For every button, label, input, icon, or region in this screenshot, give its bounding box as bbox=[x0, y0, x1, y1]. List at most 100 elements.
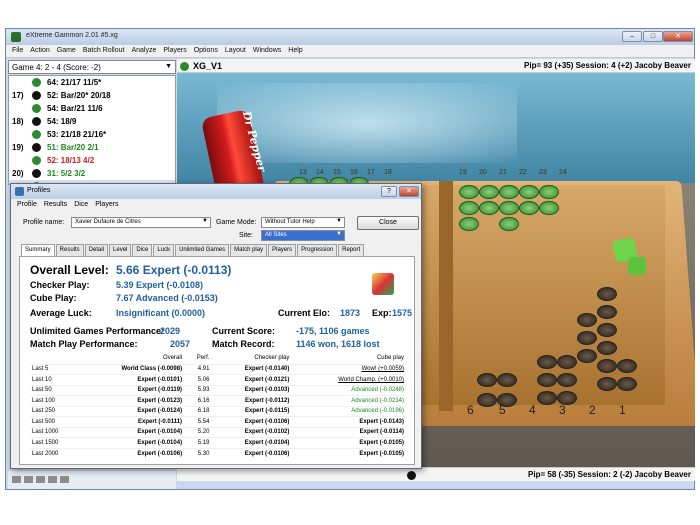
maximize-button[interactable]: □ bbox=[643, 31, 663, 42]
green-checker[interactable] bbox=[539, 185, 559, 199]
menu-action[interactable]: Action bbox=[27, 45, 53, 57]
table-row[interactable]: Last 500 Expert (-0.0111) 5.54 Expert (-0.0… bbox=[30, 416, 406, 427]
black-checker[interactable] bbox=[537, 373, 557, 387]
move-list[interactable]: 64: 21/17 11/5* 17) 52: Bar/20* 20/18 54: B… bbox=[8, 75, 176, 185]
move-row[interactable]: 53: 21/18 21/16* bbox=[9, 128, 175, 141]
toolbar-icon[interactable] bbox=[48, 476, 57, 483]
table-header[interactable]: Cube play bbox=[291, 353, 406, 364]
close-icon[interactable]: ✕ bbox=[399, 186, 419, 197]
move-row[interactable]: 18) 54: 18/9 bbox=[9, 115, 175, 128]
menu-file[interactable]: File bbox=[9, 45, 27, 57]
move-row[interactable]: 64: 21/17 11/5* bbox=[9, 76, 175, 89]
menu-profile[interactable]: Profile bbox=[15, 200, 42, 212]
table-row[interactable]: Last 100 Expert (-0.0123) 6.16 Expert (-0.0… bbox=[30, 395, 406, 406]
table-header[interactable]: Perf. bbox=[184, 353, 211, 364]
board-bar[interactable] bbox=[439, 181, 453, 411]
move-row[interactable]: 52: 18/13 4/2 bbox=[9, 154, 175, 167]
menu-layout[interactable]: Layout bbox=[222, 45, 250, 57]
table-header[interactable]: Checker play bbox=[211, 353, 291, 364]
tab-level[interactable]: Level bbox=[109, 244, 132, 256]
black-checker[interactable] bbox=[537, 355, 557, 369]
profiles-title-bar[interactable]: Profiles ? ✕ bbox=[11, 184, 421, 199]
menu-analyze[interactable]: Analyze bbox=[128, 45, 160, 57]
menu-players[interactable]: Players bbox=[93, 200, 123, 212]
black-checker[interactable] bbox=[477, 393, 497, 407]
dice-icon[interactable] bbox=[628, 257, 646, 275]
move-row[interactable]: 54: Bar/21 11/6 bbox=[9, 102, 175, 115]
match-record-value: 1146 won, 1618 lost bbox=[296, 339, 380, 349]
game-mode-select[interactable]: Without Tutor Help ▼ bbox=[261, 217, 345, 228]
tab-report[interactable]: Report bbox=[338, 244, 365, 256]
green-checker[interactable] bbox=[459, 185, 479, 199]
tab-unlimited-games[interactable]: Unlimited Games bbox=[175, 244, 230, 256]
menu-results[interactable]: Results bbox=[42, 200, 72, 212]
toolbar-icon[interactable] bbox=[60, 476, 69, 483]
menu-dice[interactable]: Dice bbox=[72, 200, 93, 212]
black-checker[interactable] bbox=[617, 377, 637, 391]
table-header[interactable]: Overall bbox=[78, 353, 184, 364]
move-row[interactable]: 20) 31: 5/2 3/2 bbox=[9, 167, 175, 180]
green-checker[interactable] bbox=[499, 201, 519, 215]
black-checker[interactable] bbox=[597, 305, 617, 319]
tab-dice[interactable]: Dice bbox=[132, 244, 153, 256]
menu-players[interactable]: Players bbox=[160, 45, 190, 57]
profile-name-select[interactable]: Xavier Dufaure de Citres ▼ bbox=[71, 217, 211, 228]
green-checker[interactable] bbox=[479, 201, 499, 215]
tab-results[interactable]: Results bbox=[55, 244, 84, 256]
tab-match-play[interactable]: Match play bbox=[230, 244, 268, 256]
table-row[interactable]: Last 10 Expert (-0.0101) 5.06 Expert (-0.01… bbox=[30, 374, 406, 385]
site-select[interactable]: All Sites ▼ bbox=[261, 230, 345, 241]
toolbar-icon[interactable] bbox=[24, 476, 33, 483]
black-checker[interactable] bbox=[477, 373, 497, 387]
title-bar[interactable]: eXtreme Gammon 2.01 #5.xg – □ ✕ bbox=[6, 29, 694, 45]
green-checker[interactable] bbox=[459, 217, 479, 231]
black-checker[interactable] bbox=[557, 373, 577, 387]
green-checker[interactable] bbox=[459, 201, 479, 215]
green-checker[interactable] bbox=[519, 185, 539, 199]
black-checker[interactable] bbox=[597, 377, 617, 391]
black-checker[interactable] bbox=[577, 331, 597, 345]
help-button[interactable]: ? bbox=[381, 186, 397, 197]
green-checker[interactable] bbox=[499, 217, 519, 231]
minimize-button[interactable]: – bbox=[622, 31, 642, 42]
move-row[interactable]: 19) 51: Bar/20 2/1 bbox=[9, 141, 175, 154]
green-checker[interactable] bbox=[499, 185, 519, 199]
table-row[interactable]: Last 1500 Expert (-0.0104) 5.19 Expert (-0.… bbox=[30, 437, 406, 448]
black-checker[interactable] bbox=[577, 349, 597, 363]
table-row[interactable]: Last 250 Expert (-0.0124) 6.18 Expert (-0.0… bbox=[30, 405, 406, 417]
table-row[interactable]: Last 1000 Expert (-0.0104) 5.20 Expert (-0.… bbox=[30, 426, 406, 438]
close-button[interactable]: Close bbox=[357, 216, 419, 230]
black-checker[interactable] bbox=[497, 373, 517, 387]
black-checker[interactable] bbox=[597, 341, 617, 355]
menu-options[interactable]: Options bbox=[191, 45, 222, 57]
black-checker[interactable] bbox=[597, 359, 617, 373]
tab-players[interactable]: Players bbox=[268, 244, 297, 256]
green-checker[interactable] bbox=[539, 201, 559, 215]
menu-windows[interactable]: Windows bbox=[250, 45, 285, 57]
menu-game[interactable]: Game bbox=[54, 45, 80, 57]
tab-luck[interactable]: Luck bbox=[153, 244, 175, 256]
black-checker[interactable] bbox=[537, 391, 557, 405]
black-checker[interactable] bbox=[597, 287, 617, 301]
black-checker[interactable] bbox=[577, 313, 597, 327]
table-row[interactable]: Last 5 World Class (-0.0098) 4.91 Expert (-… bbox=[30, 363, 406, 375]
toolbar-icon[interactable] bbox=[12, 476, 21, 483]
menu-help[interactable]: Help bbox=[285, 45, 306, 57]
black-checker[interactable] bbox=[497, 393, 517, 407]
menu-batch-rollout[interactable]: Batch Rollout bbox=[80, 45, 129, 57]
toolbar-icon[interactable] bbox=[36, 476, 45, 483]
black-checker[interactable] bbox=[557, 391, 577, 405]
move-row[interactable]: 17) 52: Bar/20* 20/18 bbox=[9, 89, 175, 102]
black-checker[interactable] bbox=[617, 359, 637, 373]
close-window-button[interactable]: ✕ bbox=[663, 31, 693, 42]
game-select[interactable]: Game 4: 2 - 4 (Score: -2) ▼ bbox=[8, 60, 176, 74]
black-checker[interactable] bbox=[597, 323, 617, 337]
table-row[interactable]: Last 50 Expert (-0.0119) 5.93 Expert (-0.01… bbox=[30, 384, 406, 396]
table-row[interactable]: Last 2000 Expert (-0.0106) 5.30 Expert (-0.… bbox=[30, 447, 406, 459]
table-header[interactable] bbox=[30, 353, 78, 364]
tab-progression[interactable]: Progression bbox=[297, 244, 338, 256]
green-checker[interactable] bbox=[479, 185, 499, 199]
green-checker[interactable] bbox=[519, 201, 539, 215]
black-checker[interactable] bbox=[557, 355, 577, 369]
tab-detail[interactable]: Detail bbox=[84, 244, 109, 256]
